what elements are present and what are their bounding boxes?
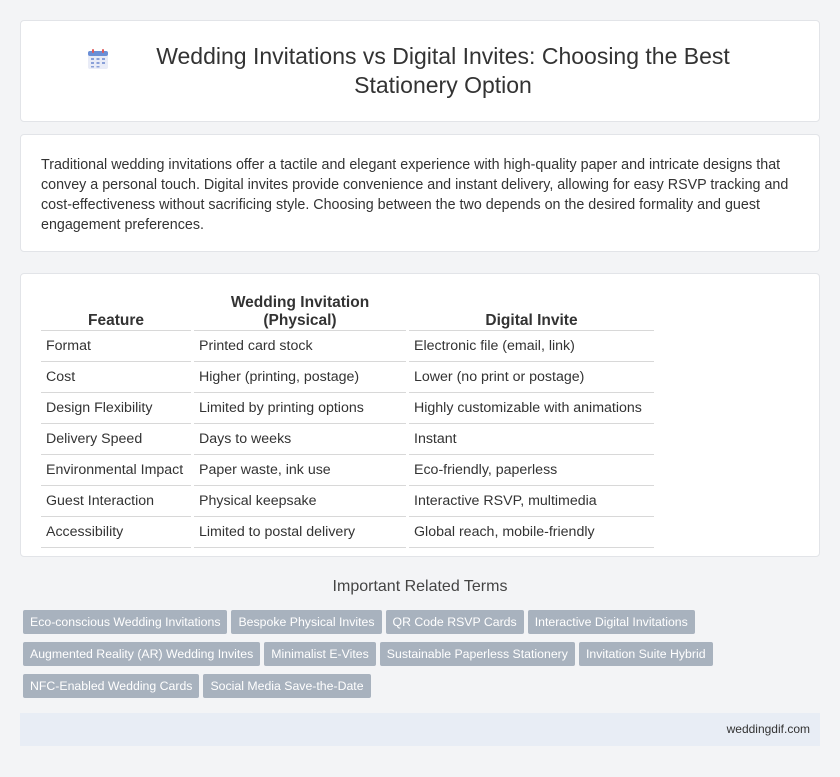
table-cell: Global reach, mobile-friendly — [409, 517, 654, 548]
intro-text: Traditional wedding invitations offer a … — [41, 157, 789, 233]
table-cell: Printed card stock — [194, 331, 406, 362]
comparison-card: Feature Wedding Invitation (Physical) Di… — [20, 273, 820, 557]
table-cell: Interactive RSVP, multimedia — [409, 486, 654, 517]
table-cell: Higher (printing, postage) — [194, 362, 406, 393]
tag-link[interactable]: Augmented Reality (AR) Wedding Invites — [23, 642, 261, 666]
tag-link[interactable]: QR Code RSVP Cards — [385, 610, 524, 634]
page-title: Wedding Invitations vs Digital Invites: … — [156, 43, 730, 98]
tag-link[interactable]: Sustainable Paperless Stationery — [379, 642, 575, 666]
related-terms-tags: Eco-conscious Wedding Invitations Bespoke… — [23, 610, 823, 706]
table-cell: Format — [41, 331, 191, 362]
table-cell: Limited to postal delivery — [194, 517, 406, 548]
calendar-icon — [88, 49, 108, 69]
tag-link[interactable]: Social Media Save-the-Date — [203, 674, 371, 698]
column-header: Digital Invite — [409, 294, 654, 331]
tag-link[interactable]: Eco-conscious Wedding Invitations — [23, 610, 228, 634]
table-cell: Cost — [41, 362, 191, 393]
tag-link[interactable]: NFC-Enabled Wedding Cards — [23, 674, 200, 698]
table-row: Delivery Speed Days to weeks Instant — [41, 424, 654, 455]
comparison-table: Feature Wedding Invitation (Physical) Di… — [38, 294, 657, 548]
table-cell: Limited by printing options — [194, 393, 406, 424]
table-header-row: Feature Wedding Invitation (Physical) Di… — [41, 294, 654, 331]
table-row: Environmental Impact Paper waste, ink us… — [41, 455, 654, 486]
table-cell: Lower (no print or postage) — [409, 362, 654, 393]
tag-link[interactable]: Invitation Suite Hybrid — [578, 642, 713, 666]
table-row: Design Flexibility Limited by printing o… — [41, 393, 654, 424]
tag-link[interactable]: Minimalist E-Vites — [264, 642, 376, 666]
column-header: Feature — [41, 294, 191, 331]
tag-link[interactable]: Interactive Digital Invitations — [527, 610, 695, 634]
table-cell: Instant — [409, 424, 654, 455]
table-row: Cost Higher (printing, postage) Lower (n… — [41, 362, 654, 393]
table-row: Accessibility Limited to postal delivery… — [41, 517, 654, 548]
footer-bar: weddingdif.com — [20, 713, 820, 746]
table-row: Format Printed card stock Electronic fil… — [41, 331, 654, 362]
intro-card: Traditional wedding invitations offer a … — [20, 134, 820, 252]
table-row: Guest Interaction Physical keepsake Inte… — [41, 486, 654, 517]
table-cell: Guest Interaction — [41, 486, 191, 517]
table-cell: Design Flexibility — [41, 393, 191, 424]
table-cell: Eco-friendly, paperless — [409, 455, 654, 486]
table-cell: Electronic file (email, link) — [409, 331, 654, 362]
tag-link[interactable]: Bespoke Physical Invites — [231, 610, 382, 634]
table-cell: Accessibility — [41, 517, 191, 548]
table-cell: Delivery Speed — [41, 424, 191, 455]
header-card: Wedding Invitations vs Digital Invites: … — [20, 20, 820, 122]
table-cell: Physical keepsake — [194, 486, 406, 517]
related-terms-title: Important Related Terms — [332, 578, 508, 595]
table-cell: Highly customizable with animations — [409, 393, 654, 424]
table-cell: Paper waste, ink use — [194, 455, 406, 486]
column-header: Wedding Invitation (Physical) — [194, 294, 406, 331]
footer-site-link[interactable]: weddingdif.com — [727, 722, 810, 736]
table-cell: Days to weeks — [194, 424, 406, 455]
table-cell: Environmental Impact — [41, 455, 191, 486]
